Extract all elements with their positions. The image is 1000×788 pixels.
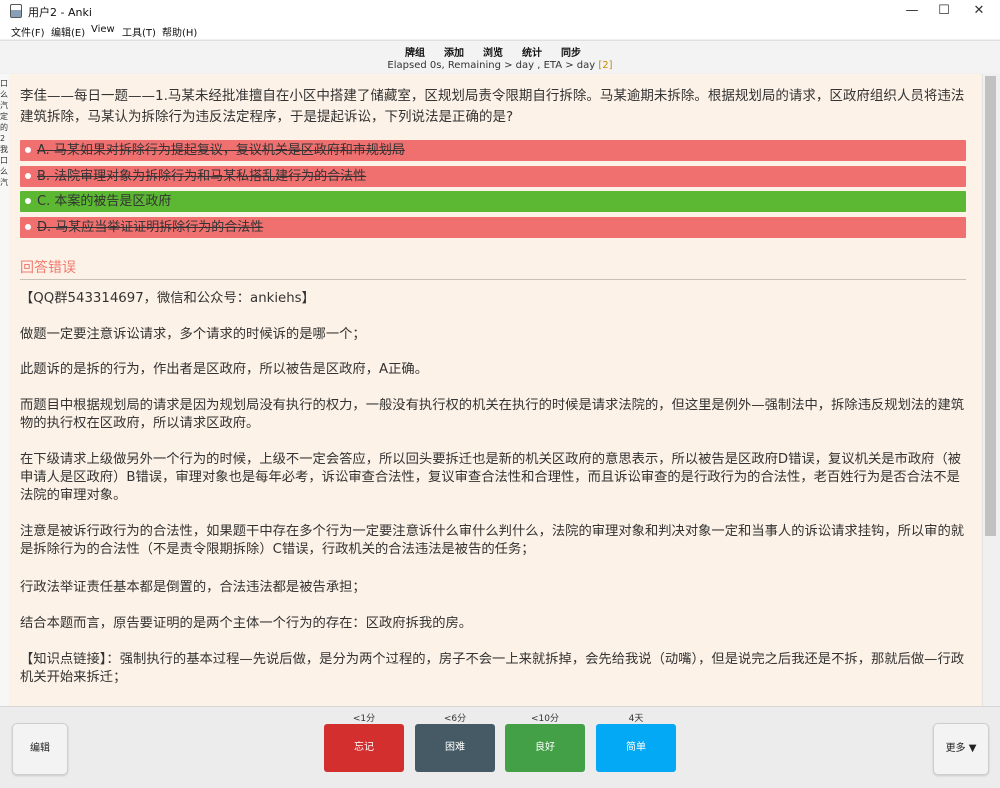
option-c-label: C. 本案的被告是区政府 <box>37 194 172 209</box>
option-bullet-icon <box>25 173 31 179</box>
explanation-paragraph: 在下级请求上级做另外一个行为的时候，上级不一定会答应，所以回头要拆迁也是新的机关… <box>20 452 962 503</box>
question-text: 李佳——每日一题——1.马某未经批准擅自在小区中搭建了储藏室，区规划局责令限期自… <box>20 88 965 125</box>
menu-bar: 文件(F) 编辑(E) View 工具(T) 帮助(H) <box>0 22 1000 39</box>
option-b-label: B. 法院审理对象为拆除行为和马某私搭乱建行为的合法性 <box>37 169 367 184</box>
option-bullet-icon <box>25 224 31 230</box>
side-strip-text: 口 么 汽 定 的 2 我 口 么 汽 <box>0 79 8 187</box>
option-a-label: A. 马某如果对拆除行为提起复议，复议机关是区政府和市规划局 <box>37 143 405 158</box>
hard-button[interactable]: 困难 <box>415 724 495 772</box>
option-bullet-icon <box>25 147 31 153</box>
easy-interval: 4天 <box>628 714 644 724</box>
hard-interval: <6分 <box>443 714 467 724</box>
toolbar-browse[interactable]: 浏览 <box>483 44 503 59</box>
title-bar: 用户2 - Anki — ☐ ✕ <box>0 0 1000 23</box>
main-toolbar: 牌组 添加 浏览 统计 同步 <box>0 40 1000 59</box>
good-interval: <10分 <box>531 714 559 724</box>
again-button[interactable]: 忘记 <box>324 724 404 772</box>
explanation-paragraph: 此题诉的是拆的行为，作出者是区政府，所以被告是区政府，A正确。 <box>20 362 429 377</box>
explanation-paragraph: 而题目中根据规划局的请求是因为规划局没有执行的权力，一般没有执行权的机关在执行的… <box>20 398 965 431</box>
good-button[interactable]: 良好 <box>505 724 585 772</box>
menu-edit[interactable]: 编辑(E) <box>51 24 85 39</box>
answer-divider <box>20 279 966 280</box>
progress-status-text: Elapsed 0s, Remaining > day , ETA > day <box>387 60 596 71</box>
maximize-button[interactable]: ☐ <box>928 0 960 22</box>
edit-button[interactable]: 编辑 <box>12 723 68 775</box>
explanation-paragraph: 结合本题而言，原告要证明的是两个主体一个行为的存在：区政府拆我的房。 <box>20 616 473 631</box>
menu-file[interactable]: 文件(F) <box>11 24 45 39</box>
option-d-label: D. 马某应当举证证明拆除行为的合法性 <box>37 220 264 235</box>
close-button[interactable]: ✕ <box>960 0 998 22</box>
again-interval: <1分 <box>352 714 376 724</box>
window-title: 用户2 - Anki <box>28 6 92 19</box>
explanation-paragraph: 做题一定要注意诉讼请求，多个请求的时候诉的是哪一个； <box>20 327 366 342</box>
toolbar-stats[interactable]: 统计 <box>522 44 542 59</box>
easy-button[interactable]: 简单 <box>596 724 676 772</box>
explanation-paragraph: 【知识点链接】：强制执行的基本过程—先说后做，是分为两个过程的，房子不会一上来就… <box>20 652 965 685</box>
option-bullet-icon <box>25 198 31 204</box>
more-button[interactable]: 更多 ▼ <box>933 723 989 775</box>
toolbar-sync[interactable]: 同步 <box>561 44 581 59</box>
toolbar-decks[interactable]: 牌组 <box>405 44 425 59</box>
explanation-paragraph: 行政法举证责任基本都是倒置的，合法违法都是被告承担； <box>20 580 366 595</box>
scrollbar-thumb[interactable] <box>985 76 996 536</box>
card-view: 李佳——每日一题——1.马某未经批准擅自在小区中搭建了储藏室，区规划局责令限期自… <box>9 74 981 706</box>
minimize-button[interactable]: — <box>896 0 928 22</box>
answer-result: 回答错误 <box>20 260 76 276</box>
option-d[interactable]: D. 马某应当举证证明拆除行为的合法性 <box>20 217 966 238</box>
progress-status: Elapsed 0s, Remaining > day , ETA > day … <box>0 59 1000 73</box>
toolbar-add[interactable]: 添加 <box>444 44 464 59</box>
option-c[interactable]: C. 本案的被告是区政府 <box>20 191 966 212</box>
option-a[interactable]: A. 马某如果对拆除行为提起复议，复议机关是区政府和市规划局 <box>20 140 966 161</box>
explanation-paragraph: 注意是被诉行政行为的合法性，如果题干中存在多个行为一定要注意诉什么审什么判什么，… <box>20 524 965 557</box>
option-b[interactable]: B. 法院审理对象为拆除行为和马某私搭乱建行为的合法性 <box>20 166 966 187</box>
anki-app-icon <box>10 4 22 18</box>
menu-help[interactable]: 帮助(H) <box>162 24 197 39</box>
menu-view[interactable]: View <box>91 24 115 35</box>
explanation-paragraph: 【QQ群543314697，微信和公众号：ankiehs】 <box>20 291 315 306</box>
status-badge: [2] <box>598 60 613 71</box>
answer-bar <box>0 706 1000 788</box>
menu-tools[interactable]: 工具(T) <box>122 24 156 39</box>
